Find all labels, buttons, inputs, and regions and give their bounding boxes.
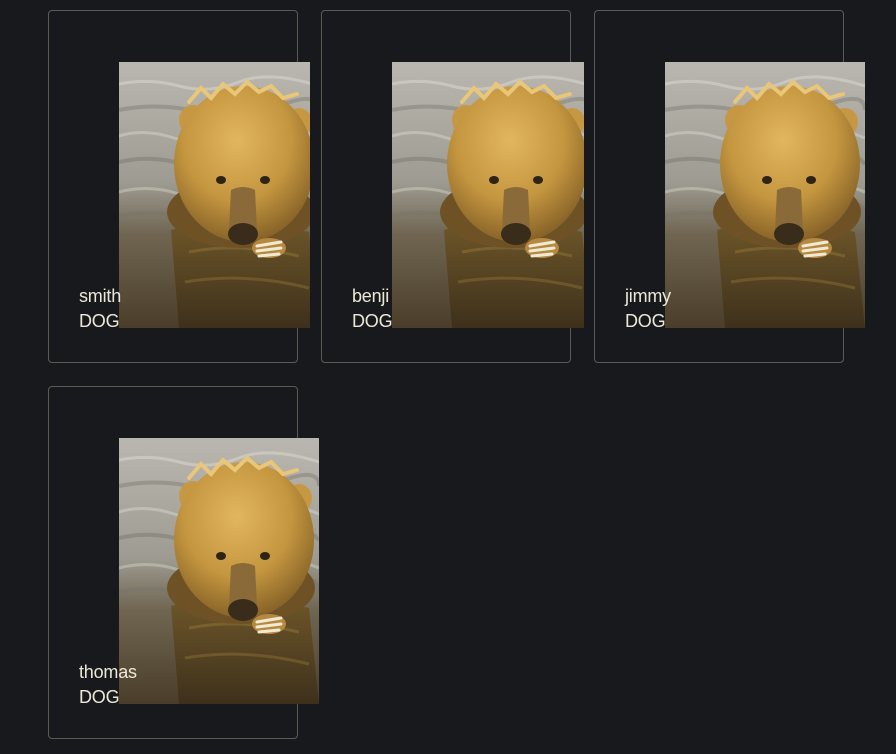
pet-name: benji	[352, 286, 390, 306]
pet-type: DOG	[352, 311, 393, 331]
pet-name: jimmy	[625, 286, 671, 306]
brown-bear-image	[665, 62, 865, 328]
pet-name: smith	[79, 286, 122, 306]
pet-card-jimmy[interactable]: jimmy DOG	[594, 10, 865, 363]
brown-bear-image	[119, 62, 310, 328]
pet-card-benji[interactable]: benji DOG	[321, 10, 584, 363]
pet-photo	[665, 62, 865, 328]
pet-name: thomas	[79, 662, 137, 682]
pet-photo	[119, 62, 310, 328]
pet-type: DOG	[79, 311, 120, 331]
pet-photo	[119, 438, 319, 704]
pet-type: DOG	[79, 687, 120, 707]
pet-type: DOG	[625, 311, 666, 331]
pet-card-smith[interactable]: smith DOG	[48, 10, 310, 363]
brown-bear-image	[392, 62, 584, 328]
pet-card-thomas[interactable]: thomas DOG	[48, 386, 319, 739]
pet-photo	[392, 62, 584, 328]
brown-bear-image	[119, 438, 319, 704]
